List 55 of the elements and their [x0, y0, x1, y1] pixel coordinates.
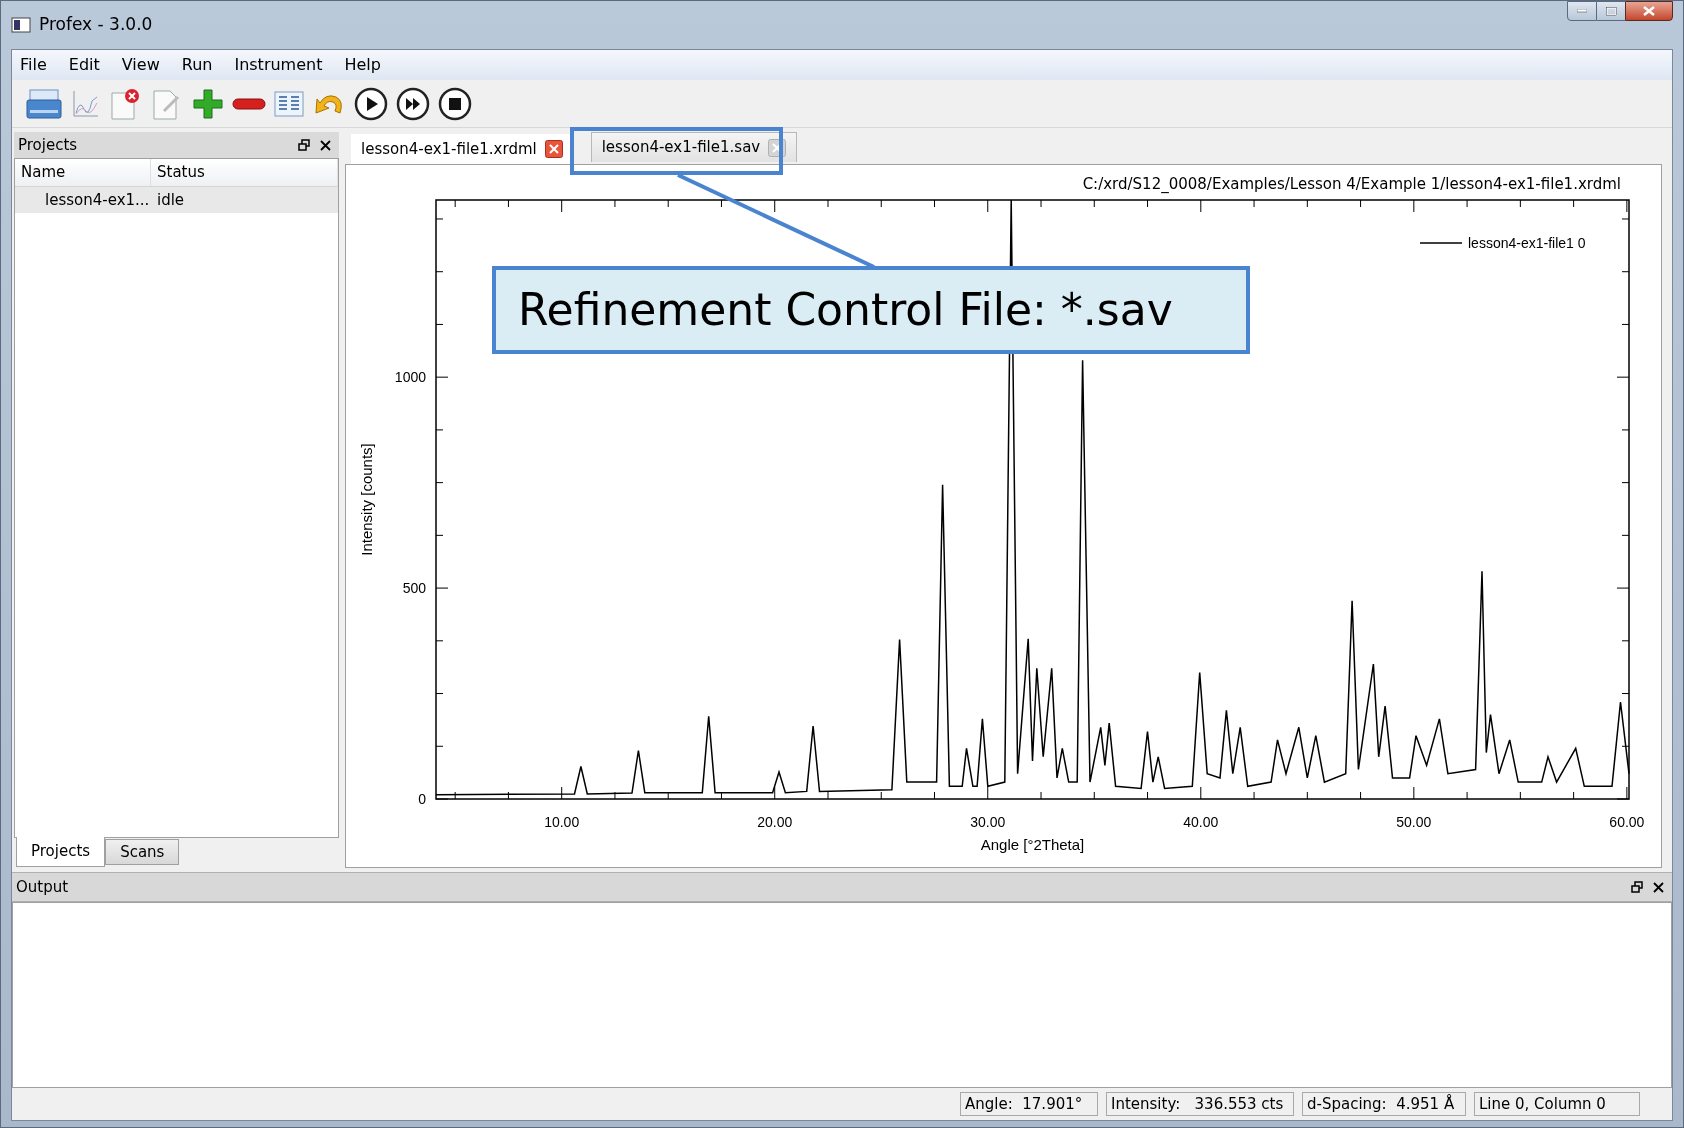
float-icon[interactable] — [1631, 881, 1643, 893]
table-icon[interactable] — [274, 90, 304, 117]
table-row[interactable]: lesson4-ex1... idle — [15, 187, 338, 213]
tick-label: 1000 — [394, 369, 426, 386]
maximize-icon — [1605, 6, 1617, 16]
tab[interactable]: lesson4-ex1-file1.xrdml — [351, 134, 573, 164]
status-field: d-Spacing: 4.951 Å — [1302, 1092, 1466, 1116]
menu-item[interactable]: File — [20, 53, 47, 77]
close-icon[interactable] — [320, 139, 331, 151]
axis-title: Angle [°2Theta] — [980, 836, 1085, 853]
tick-label: 500 — [402, 580, 426, 597]
float-icon[interactable] — [298, 139, 310, 151]
plus-icon[interactable] — [192, 87, 224, 120]
close-icon — [1643, 6, 1655, 16]
tick-label: 40.00 — [1183, 814, 1219, 830]
menu-item[interactable]: Run — [181, 53, 213, 77]
tick-label: 20.00 — [757, 814, 793, 830]
minimize-button[interactable] — [1567, 1, 1597, 21]
minimize-icon — [1577, 9, 1587, 13]
menu-item[interactable]: View — [121, 53, 160, 77]
column-header[interactable]: Name — [15, 159, 151, 186]
maximize-button[interactable] — [1597, 1, 1625, 21]
menu-item[interactable]: Help — [344, 53, 381, 77]
fast-forward-icon[interactable] — [396, 86, 430, 121]
document-delete-icon[interactable] — [108, 86, 142, 121]
close-button[interactable] — [1625, 1, 1673, 21]
column-header[interactable]: Status — [151, 159, 338, 186]
play-icon[interactable] — [354, 86, 388, 121]
status-field: Line 0, Column 0 — [1474, 1092, 1640, 1116]
legend-label: lesson4-ex1-file1 0 — [1468, 235, 1586, 251]
tab[interactable]: Scans — [105, 839, 180, 865]
tick-label: 50.00 — [1396, 814, 1432, 830]
close-icon[interactable] — [1653, 881, 1664, 893]
axis-title: Intensity [counts] — [358, 443, 375, 556]
panel-title: Output — [16, 876, 69, 898]
app-icon — [11, 17, 31, 33]
window-title: Profex - 3.0.0 — [39, 13, 153, 37]
tick-label: 0 — [418, 791, 426, 807]
tick-label: 30.00 — [970, 814, 1006, 830]
stop-icon[interactable] — [438, 86, 472, 121]
status-field: Angle: 17.901° — [960, 1092, 1098, 1116]
close-icon[interactable] — [544, 140, 563, 158]
legend-line — [1419, 242, 1463, 244]
panel-title: Projects — [18, 134, 78, 156]
tick-label: 60.00 — [1609, 814, 1645, 830]
tab[interactable]: Projects — [16, 837, 106, 867]
printer-icon[interactable] — [26, 87, 62, 120]
tick-label: 10.00 — [544, 814, 580, 830]
status-field: Intensity: 336.553 cts — [1106, 1092, 1294, 1116]
callout-label: Refinement Control File: *.sav — [492, 266, 1250, 354]
file-path: C:/xrd/S12_0008/Examples/Lesson 4/Example 1/lesson4-ex1-file1.xrdml — [1082, 173, 1621, 195]
minus-icon[interactable] — [232, 96, 266, 111]
tab[interactable]: lesson4-ex1-file1.sav — [590, 132, 798, 162]
menu-item[interactable]: Edit — [68, 53, 100, 77]
menu-item[interactable]: Instrument — [234, 53, 323, 77]
